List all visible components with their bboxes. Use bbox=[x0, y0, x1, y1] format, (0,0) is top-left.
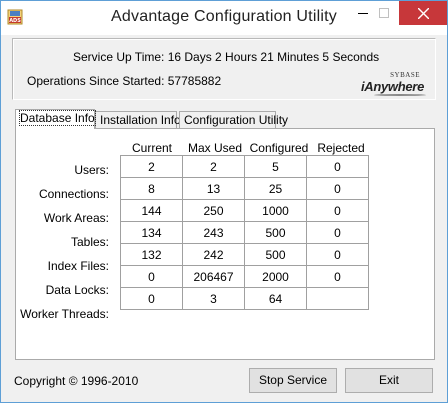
table-row: 132 242 500 0 bbox=[120, 243, 369, 266]
column-header-current: Current bbox=[131, 141, 172, 155]
client-area: Service Up Time: 16 Days 2 Hours 21 Minu… bbox=[1, 35, 447, 402]
copyright-text: Copyright © 1996-2010 bbox=[14, 374, 139, 388]
cell-data-locks-configured: 2000 bbox=[244, 265, 307, 288]
row-label-data-locks: Data Locks: bbox=[45, 283, 109, 297]
table-row: 2 2 5 0 bbox=[120, 155, 369, 178]
column-header-max-used: Max Used bbox=[187, 141, 243, 155]
column-header-rejected: Rejected bbox=[317, 141, 365, 155]
logo-line1: SYBASE bbox=[390, 71, 420, 79]
cell-index-files-max-used: 242 bbox=[182, 243, 245, 266]
cell-tables-max-used: 243 bbox=[182, 221, 245, 244]
stats-grid: 2 2 5 0 8 13 25 0 144 250 1000 0 134 243… bbox=[120, 155, 369, 310]
cell-tables-current: 134 bbox=[120, 221, 183, 244]
cell-work-areas-configured: 1000 bbox=[244, 199, 307, 222]
cell-connections-max-used: 13 bbox=[182, 177, 245, 200]
cell-index-files-rejected: 0 bbox=[306, 243, 369, 266]
status-panel: Service Up Time: 16 Days 2 Hours 21 Minu… bbox=[12, 38, 436, 100]
title-bar[interactable]: ADS Advantage Configuration Utility bbox=[1, 1, 447, 35]
cell-users-current: 2 bbox=[120, 155, 183, 178]
logo-line2: iAnywhere bbox=[360, 79, 424, 94]
cell-users-max-used: 2 bbox=[182, 155, 245, 178]
table-row: 134 243 500 0 bbox=[120, 221, 369, 244]
cell-index-files-configured: 500 bbox=[244, 243, 307, 266]
tab-configuration-utility[interactable]: Configuration Utility bbox=[179, 111, 288, 128]
row-label-work-areas: Work Areas: bbox=[43, 211, 109, 225]
cell-worker-threads-rejected bbox=[306, 287, 369, 310]
cell-tables-rejected: 0 bbox=[306, 221, 369, 244]
sybase-ianywhere-logo: SYBASE iAnywhere bbox=[360, 69, 432, 97]
cell-data-locks-rejected: 0 bbox=[306, 265, 369, 288]
row-label-users: Users: bbox=[74, 163, 109, 177]
cell-data-locks-max-used: 206467 bbox=[182, 265, 245, 288]
row-label-connections: Connections: bbox=[38, 187, 109, 201]
tab-database-info[interactable]: Database Info bbox=[15, 109, 96, 129]
cell-connections-current: 8 bbox=[120, 177, 183, 200]
row-label-index-files: Index Files: bbox=[47, 259, 109, 273]
row-label-tables: Tables: bbox=[70, 235, 109, 249]
close-button[interactable] bbox=[399, 1, 447, 25]
cell-worker-threads-configured: 64 bbox=[244, 287, 307, 310]
tab-installation-info[interactable]: Installation Info bbox=[95, 111, 181, 128]
cell-users-rejected: 0 bbox=[306, 155, 369, 178]
table-row: 8 13 25 0 bbox=[120, 177, 369, 200]
table-row: 0 3 64 bbox=[120, 287, 369, 310]
exit-button[interactable]: Exit bbox=[345, 368, 433, 393]
table-row: 144 250 1000 0 bbox=[120, 199, 369, 222]
cell-data-locks-current: 0 bbox=[120, 265, 183, 288]
stop-service-button[interactable]: Stop Service bbox=[249, 368, 337, 393]
operations-text: Operations Since Started: 57785882 bbox=[27, 74, 222, 88]
column-header-configured: Configured bbox=[249, 141, 309, 155]
maximize-icon bbox=[379, 8, 389, 18]
cell-index-files-current: 132 bbox=[120, 243, 183, 266]
cell-tables-configured: 500 bbox=[244, 221, 307, 244]
cell-connections-configured: 25 bbox=[244, 177, 307, 200]
cell-work-areas-rejected: 0 bbox=[306, 199, 369, 222]
cell-work-areas-max-used: 250 bbox=[182, 199, 245, 222]
logo-swoosh bbox=[374, 94, 426, 96]
uptime-text: Service Up Time: 16 Days 2 Hours 21 Minu… bbox=[73, 50, 380, 64]
row-label-worker-threads: Worker Threads: bbox=[20, 307, 109, 321]
app-window: ADS Advantage Configuration Utility Serv… bbox=[0, 0, 448, 403]
table-row: 0 206467 2000 0 bbox=[120, 265, 369, 288]
cell-worker-threads-max-used: 3 bbox=[182, 287, 245, 310]
cell-worker-threads-current: 0 bbox=[120, 287, 183, 310]
cell-connections-rejected: 0 bbox=[306, 177, 369, 200]
close-icon bbox=[417, 7, 429, 19]
cell-users-configured: 5 bbox=[244, 155, 307, 178]
cell-work-areas-current: 144 bbox=[120, 199, 183, 222]
